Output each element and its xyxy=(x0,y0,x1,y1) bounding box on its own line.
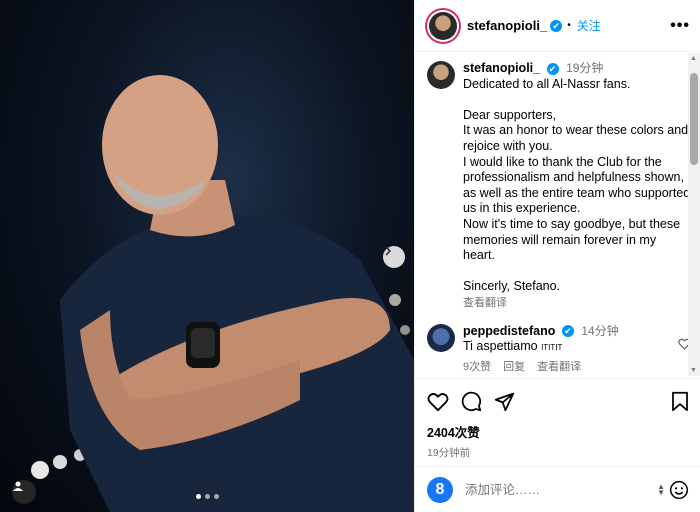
commenter-username[interactable]: peppedistefano xyxy=(463,324,555,338)
post-photo xyxy=(0,0,414,512)
post-side-panel: stefanopioli_ ✔ • 关注 ••• stefanopioli_ ✔… xyxy=(414,0,700,512)
bookmark-icon[interactable] xyxy=(671,391,689,412)
carousel-dot xyxy=(205,494,210,499)
comment-flags: ITITIT xyxy=(541,343,563,353)
comment-icon[interactable] xyxy=(461,391,482,412)
stepper-arrows-icon[interactable]: ▲ ▼ xyxy=(657,482,665,496)
comment-likes[interactable]: 9次赞 xyxy=(463,360,491,376)
comment-row: peppedistefano ✔ 14分钟 Ti aspettiamo ITIT… xyxy=(427,323,691,376)
comment-body: Ti aspettiamo xyxy=(463,339,538,354)
post-actions: 2404次赞 19分钟前 xyxy=(415,378,700,460)
heart-icon[interactable] xyxy=(427,392,449,412)
tagged-users-button[interactable] xyxy=(12,480,36,504)
like-count[interactable]: 2404次赞 xyxy=(427,422,689,441)
scroll-down-arrow[interactable]: ▼ xyxy=(690,367,697,374)
verified-icon: ✔ xyxy=(550,19,563,32)
post-header: stefanopioli_ ✔ • 关注 ••• xyxy=(415,0,700,52)
caption-text: Dedicated to all Al-Nassr fans. Dear sup… xyxy=(463,76,691,294)
comments-section: stefanopioli_ ✔ 19分钟 Dedicated to all Al… xyxy=(415,53,700,376)
comments-scrollbar[interactable]: ▲ ▼ xyxy=(688,53,700,376)
author-avatar[interactable] xyxy=(429,11,457,40)
comment-meta: 9次赞 回复 查看翻译 xyxy=(463,360,663,376)
caption-translate-link[interactable]: 查看翻译 xyxy=(463,296,691,312)
chevron-right-icon xyxy=(385,246,392,256)
carousel-dot xyxy=(196,494,201,499)
post-timestamp: 19分钟前 xyxy=(427,447,471,459)
scrollbar-thumb[interactable] xyxy=(690,73,698,165)
emoji-icon[interactable] xyxy=(669,480,689,500)
caption-avatar[interactable] xyxy=(427,61,455,89)
scroll-up-arrow[interactable]: ▲ xyxy=(690,55,697,62)
caption-username[interactable]: stefanopioli_ xyxy=(463,61,540,75)
separator-dot: • xyxy=(567,20,571,31)
comment-translate-link[interactable]: 查看翻译 xyxy=(537,360,581,376)
photo-illustration xyxy=(31,75,414,512)
comment-text: Ti aspettiamo ITITIT xyxy=(463,339,663,356)
user-icon xyxy=(13,481,23,491)
share-icon[interactable] xyxy=(494,391,515,412)
next-image-button[interactable] xyxy=(383,246,405,268)
reply-button[interactable]: 回复 xyxy=(503,360,525,376)
caption-row: stefanopioli_ ✔ 19分钟 Dedicated to all Al… xyxy=(427,61,691,312)
more-options-button[interactable]: ••• xyxy=(670,17,690,35)
comment-input[interactable] xyxy=(465,482,635,497)
comment-time: 14分钟 xyxy=(581,323,619,338)
verified-icon: ✔ xyxy=(561,325,574,338)
carousel-dot xyxy=(214,494,219,499)
follow-button[interactable]: 关注 xyxy=(577,17,601,34)
current-user-avatar: 8 xyxy=(427,476,453,503)
commenter-avatar[interactable] xyxy=(427,323,455,352)
author-username[interactable]: stefanopioli_ xyxy=(467,18,547,33)
add-comment-bar: 8 ▲▼ xyxy=(415,466,700,512)
verified-icon: ✔ xyxy=(546,62,559,75)
caption-time: 19分钟 xyxy=(566,61,604,75)
carousel-indicator xyxy=(196,494,219,499)
